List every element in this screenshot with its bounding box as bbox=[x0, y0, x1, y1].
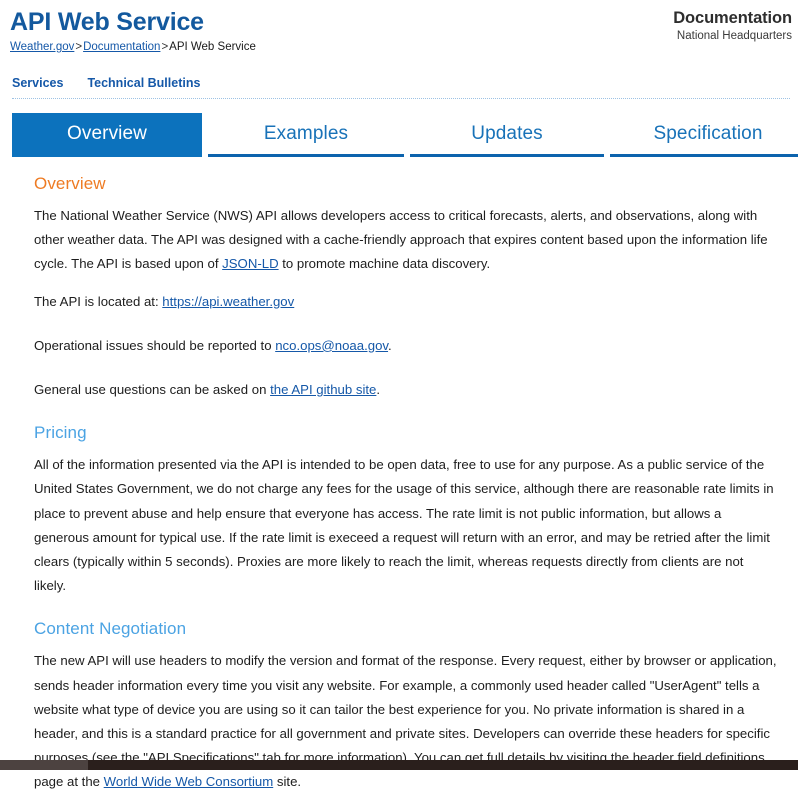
office-block: Documentation National Headquarters bbox=[673, 8, 792, 44]
subnav-item-services[interactable]: Services bbox=[12, 76, 63, 90]
link-nco-ops-email[interactable]: nco.ops@noaa.gov bbox=[275, 338, 388, 353]
overview-paragraph-intro: The National Weather Service (NWS) API a… bbox=[34, 204, 778, 277]
breadcrumb-link-weather-gov[interactable]: Weather.gov bbox=[10, 41, 74, 53]
tab-overview[interactable]: Overview bbox=[12, 113, 202, 157]
content-area: Overview The National Weather Service (N… bbox=[34, 173, 786, 795]
link-world-wide-web-consortium[interactable]: World Wide Web Consortium bbox=[104, 774, 274, 789]
tab-updates[interactable]: Updates bbox=[410, 113, 604, 157]
overview-paragraph-api-location: The API is located at: https://api.weath… bbox=[34, 290, 778, 314]
link-api-weather-gov[interactable]: https://api.weather.gov bbox=[162, 294, 294, 309]
overview-text-b: to promote machine data discovery. bbox=[278, 256, 491, 272]
breadcrumb-separator: > bbox=[75, 41, 83, 53]
breadcrumb-current: API Web Service bbox=[169, 41, 256, 53]
tab-examples[interactable]: Examples bbox=[208, 113, 404, 157]
overview-paragraph-general-questions: General use questions can be asked on th… bbox=[34, 378, 778, 402]
link-json-ld[interactable]: JSON-LD bbox=[222, 256, 278, 271]
subnav-item-technical-bulletins[interactable]: Technical Bulletins bbox=[87, 76, 200, 90]
masthead: API Web Service Weather.gov>Documentatio… bbox=[0, 0, 798, 56]
content-negotiation-text-b: site. bbox=[273, 774, 302, 790]
tab-bar: Overview Examples Updates Specification bbox=[12, 113, 798, 157]
general-questions-text: General use questions can be asked on bbox=[34, 382, 271, 398]
secondary-nav: Services Technical Bulletins bbox=[12, 74, 790, 99]
operational-issues-text-end: . bbox=[388, 337, 392, 353]
overview-paragraph-operational-issues: Operational issues should be reported to… bbox=[34, 334, 778, 358]
api-location-text: The API is located at: bbox=[34, 293, 163, 309]
general-questions-text-end: . bbox=[376, 382, 381, 398]
breadcrumb-link-documentation[interactable]: Documentation bbox=[83, 41, 160, 53]
office-subtitle: National Headquarters bbox=[676, 30, 792, 42]
pricing-paragraph: All of the information presented via the… bbox=[34, 457, 774, 594]
tab-specification[interactable]: Specification bbox=[610, 113, 798, 157]
section-heading-overview: Overview bbox=[34, 174, 106, 193]
office-title: Documentation bbox=[673, 9, 792, 27]
horizontal-scrollbar[interactable] bbox=[0, 760, 798, 770]
section-heading-pricing: Pricing bbox=[34, 423, 87, 443]
content-negotiation-paragraph: The new API will use headers to modify t… bbox=[34, 649, 778, 794]
section-heading-content-negotiation: Content Negotiation bbox=[34, 619, 187, 639]
page-root: API Web Service Weather.gov>Documentatio… bbox=[0, 0, 798, 789]
operational-issues-text: Operational issues should be reported to bbox=[34, 337, 276, 353]
horizontal-scrollbar-thumb[interactable] bbox=[0, 760, 88, 770]
breadcrumb-separator: > bbox=[161, 41, 169, 53]
link-api-github-site[interactable]: the API github site bbox=[270, 382, 376, 397]
